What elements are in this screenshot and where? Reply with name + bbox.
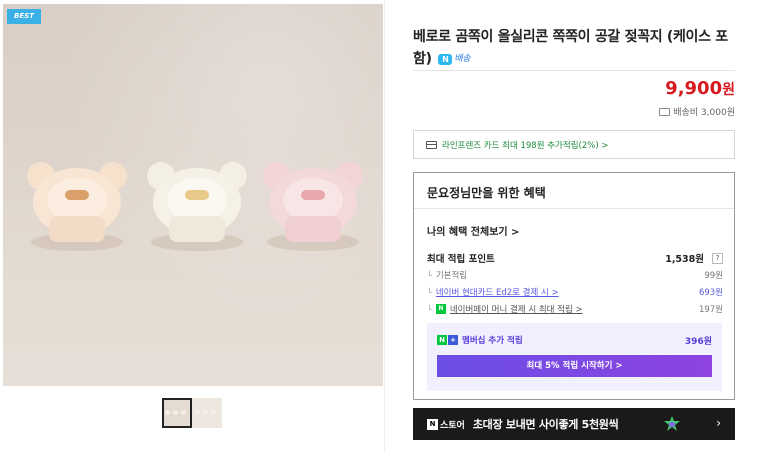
naver-n-mark: N bbox=[427, 418, 438, 430]
pacifier-pink-image bbox=[263, 162, 363, 251]
nstore-logo: N 스토어 bbox=[427, 418, 465, 431]
delivery-badge-label: 배송 bbox=[454, 54, 471, 64]
shipping-fee: 배송비 3,000원 bbox=[659, 105, 735, 118]
points-row-npay: └ N 네이버페이 머니 결제 시 최대 적립 > 197원 bbox=[427, 303, 723, 315]
max-points-value-wrap: 1,538원 ? bbox=[665, 251, 723, 265]
store-label: 스토어 bbox=[440, 420, 465, 431]
points-row-value: 693원 bbox=[698, 288, 723, 298]
max-points-row: 최대 적립 포인트 1,538원 ? bbox=[427, 251, 723, 265]
pacifier-peach-image bbox=[27, 162, 127, 251]
points-row-label-wrap: └ N 네이버페이 머니 결제 시 최대 적립 > bbox=[427, 303, 583, 315]
thumbnail-dots bbox=[165, 410, 186, 415]
delivery-badge[interactable]: N 배송 bbox=[438, 48, 471, 70]
credit-card-icon bbox=[426, 140, 437, 149]
hyundai-card-link[interactable]: 네이버 현대카드 Ed2로 결제 시 > bbox=[436, 286, 559, 298]
points-row-label-wrap: └ 기본적립 bbox=[427, 269, 468, 282]
points-row-value: 99원 bbox=[704, 271, 723, 281]
membership-value: 396원 bbox=[684, 337, 712, 347]
main-product-image[interactable]: BEST bbox=[3, 4, 383, 386]
help-icon[interactable]: ? bbox=[712, 252, 723, 264]
thumbnail-dots bbox=[195, 410, 216, 415]
benefit-heading: 문요정님만을 위한 혜택 bbox=[427, 186, 546, 200]
naver-plus-icon: N + bbox=[437, 335, 458, 345]
gift-icon bbox=[664, 416, 680, 431]
max-points-label: 최대 적립 포인트 bbox=[427, 254, 495, 265]
invite-banner[interactable]: N 스토어 초대장 보내면 사이좋게 5천원씩 › bbox=[413, 408, 735, 440]
tree-branch-icon: └ bbox=[427, 287, 432, 297]
divider bbox=[413, 70, 735, 71]
divider bbox=[414, 208, 734, 209]
points-row-card: └ 네이버 현대카드 Ed2로 결제 시 > 693원 bbox=[427, 286, 723, 299]
npay-money-link[interactable]: 네이버페이 머니 결제 시 최대 적립 > bbox=[450, 303, 583, 315]
naver-n-mark: N bbox=[437, 335, 447, 345]
points-row-basic: └ 기본적립 99원 bbox=[427, 269, 723, 282]
membership-label: 멤버십 추가 적립 bbox=[462, 336, 523, 346]
points-row-label-wrap: └ 네이버 현대카드 Ed2로 결제 시 > bbox=[427, 286, 559, 299]
thumbnail-2[interactable] bbox=[192, 398, 222, 428]
pacifier-cream-image bbox=[147, 162, 247, 251]
start-membership-button[interactable]: 최대 5% 적립 시작하기 > bbox=[437, 355, 712, 377]
max-points-value: 1,538원 bbox=[665, 254, 704, 265]
thumbnail-1[interactable] bbox=[162, 398, 192, 428]
membership-title: N + 멤버십 추가 적립 bbox=[437, 334, 523, 346]
thumbnail-list bbox=[162, 398, 222, 428]
tree-branch-icon: └ bbox=[427, 270, 432, 280]
product-title: 베로로 곰쪽이 올실리콘 쪽쪽이 공갈 젖꼭지 (케이스 포함) N 배송 bbox=[413, 26, 735, 70]
plus-mark: + bbox=[448, 335, 458, 345]
membership-box: N + 멤버십 추가 적립 396원 최대 5% 적립 시작하기 > bbox=[427, 323, 722, 391]
product-price: 9,900원 bbox=[665, 78, 735, 99]
all-benefits-link[interactable]: 나의 혜택 전체보기 > bbox=[427, 223, 519, 238]
npay-icon: N bbox=[435, 304, 446, 314]
points-row-label: 기본적립 bbox=[435, 271, 468, 281]
chevron-right-icon: › bbox=[716, 416, 721, 430]
card-promo-text: 라인프렌즈 카드 최대 198원 추가적립(2%) > bbox=[442, 140, 609, 151]
benefit-panel: 문요정님만을 위한 혜택 나의 혜택 전체보기 > 최대 적립 포인트 1,53… bbox=[413, 172, 735, 400]
price-unit: 원 bbox=[722, 82, 735, 98]
n-delivery-icon: N bbox=[438, 53, 453, 65]
price-value: 9,900 bbox=[665, 78, 723, 99]
tree-branch-icon: └ bbox=[427, 304, 432, 314]
product-gallery: BEST bbox=[0, 0, 385, 453]
invite-banner-text: 초대장 보내면 사이좋게 5천원씩 bbox=[472, 418, 619, 431]
best-badge: BEST bbox=[7, 9, 41, 24]
card-promo-banner[interactable]: 라인프렌즈 카드 최대 198원 추가적립(2%) > bbox=[413, 130, 735, 159]
points-row-value: 197원 bbox=[698, 305, 723, 315]
truck-icon bbox=[659, 107, 671, 116]
shipping-fee-text: 배송비 3,000원 bbox=[673, 108, 735, 118]
